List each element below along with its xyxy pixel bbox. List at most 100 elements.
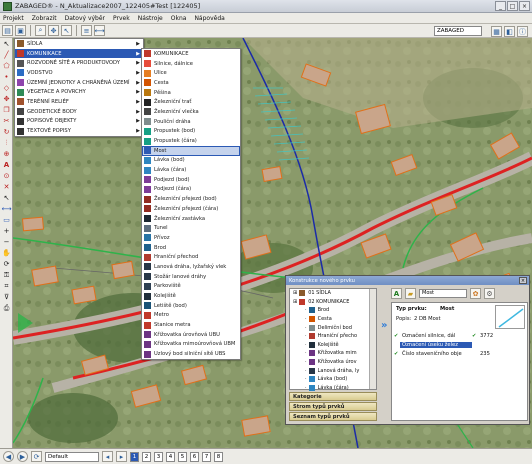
attr-value-1[interactable]: 3772 — [480, 333, 493, 339]
menu-projekt[interactable]: Projekt — [3, 15, 24, 22]
submenu-item[interactable]: Železniční vlečka — [142, 107, 240, 117]
tree-node[interactable]: · Hraniční přecho — [290, 332, 376, 341]
pointer-icon[interactable]: ↖ — [1, 39, 12, 49]
menu-item-popisove-objekty[interactable]: POPISOVÉ OBJEKTY ▶ — [15, 117, 143, 127]
expand-icon[interactable]: ⊞ — [293, 299, 297, 305]
refresh-icon[interactable]: ⟳ — [31, 451, 42, 462]
attr-value-3[interactable]: 235 — [480, 351, 490, 357]
submenu-item[interactable]: Pouliční dráha — [142, 117, 240, 127]
properties-icon[interactable]: ◧ — [504, 26, 515, 37]
submenu-item[interactable]: Ulice — [142, 68, 240, 78]
submenu-item[interactable]: Podjezd (bod) — [142, 175, 240, 185]
page-tab-1[interactable]: 1 — [130, 451, 139, 462]
refresh-icon[interactable]: ⟳ — [1, 259, 12, 269]
submenu-item[interactable]: Propustek (bod) — [142, 127, 240, 137]
feature-type-tree[interactable]: ⊞ 01 SÍDLA ⊞ 02 KOMUNIKACE · Brod · Cesta · Delim… — [289, 288, 377, 393]
back-icon[interactable]: ◀ — [3, 451, 14, 462]
submenu-item[interactable]: Lávka (bod) — [142, 156, 240, 166]
menu-item-sidla[interactable]: SÍDLA ▶ — [15, 39, 143, 49]
tree-node[interactable]: ⊞ 02 KOMUNIKACE — [290, 298, 376, 307]
submenu-item[interactable]: Křižovatka úrovňová UBU — [142, 330, 240, 340]
submenu-item[interactable]: Kolejiště — [142, 291, 240, 301]
zoom-in-icon[interactable]: + — [1, 226, 12, 236]
settings-icon[interactable]: ⚙ — [484, 288, 495, 299]
palette-icon[interactable]: ✿ — [470, 288, 481, 299]
submenu-item[interactable]: KOMUNIKACE — [142, 49, 240, 59]
panel-strom-typu[interactable]: Strom typů prvků — [289, 402, 377, 411]
submenu-item[interactable]: Železniční zastávka — [142, 214, 240, 224]
maximize-icon[interactable]: □ — [507, 1, 518, 11]
tree-scrollbar[interactable] — [369, 289, 376, 389]
menu-datovy-vyber[interactable]: Datový výběr — [65, 15, 105, 22]
area-icon[interactable]: ▭ — [1, 215, 12, 225]
split-icon[interactable]: ⫶ — [1, 138, 12, 148]
hand-icon[interactable]: ✋ — [1, 248, 12, 258]
layers-icon[interactable]: ≡ — [81, 25, 92, 36]
delete-icon[interactable]: ✕ — [1, 182, 12, 192]
page-tab-3[interactable]: 3 — [154, 451, 163, 462]
pan-icon[interactable]: ✥ — [48, 25, 59, 36]
filter-icon[interactable]: ⊽ — [1, 292, 12, 302]
apply-arrow-icon[interactable]: » — [381, 320, 387, 331]
tree-node[interactable]: · Brod — [290, 306, 376, 315]
copy-icon[interactable]: ❐ — [1, 105, 12, 115]
close-icon[interactable]: × — [519, 1, 530, 11]
close-icon[interactable]: × — [519, 277, 527, 284]
menu-item-geodeticke-body[interactable]: GEODETICKÉ BODY ▶ — [15, 107, 143, 117]
submenu-item[interactable]: Křižovatka mimoúrovňová UBM — [142, 340, 240, 350]
panel-seznam-typu[interactable]: Seznam typů prvků — [289, 412, 377, 421]
panel-kategorie[interactable]: Kategorie — [289, 392, 377, 401]
tree-node[interactable]: · Lávka (bod) — [290, 375, 376, 384]
rotate-icon[interactable]: ↻ — [1, 127, 12, 137]
style-select[interactable]: Default — [45, 451, 99, 462]
select-icon[interactable]: ↖ — [61, 25, 72, 36]
measure-icon[interactable]: ⟷ — [94, 25, 105, 36]
tree-node[interactable]: ⊞ 01 SÍDLA — [290, 289, 376, 298]
tree-node[interactable]: · Delimiční bod — [290, 323, 376, 332]
lock-icon[interactable]: ⚿ — [1, 270, 12, 280]
page-tab-7[interactable]: 7 — [202, 451, 211, 462]
menu-item-terenni-relief[interactable]: TERÉNNÍ RELIÉF ▶ — [15, 97, 143, 107]
tree-node[interactable]: · Křižovatka úrov — [290, 358, 376, 367]
submenu-item[interactable]: Parkoviště — [142, 282, 240, 292]
menu-zobrazit[interactable]: Zobrazit — [32, 15, 57, 22]
text-tool-icon[interactable]: A — [1, 160, 12, 170]
tree-node[interactable]: · Cesta — [290, 315, 376, 324]
point-tool-icon[interactable]: • — [1, 72, 12, 82]
feature-type-select[interactable]: Most — [419, 289, 467, 298]
tree-node[interactable]: · Lávka (čára) — [290, 384, 376, 393]
submenu-item[interactable]: Metro — [142, 311, 240, 321]
menu-item-uzemni-jednotky[interactable]: ÚZEMNÍ JEDNOTKY A CHRÁNĚNÁ ÚZEMÍ ▶ — [15, 78, 143, 88]
submenu-item[interactable]: Most — [142, 145, 240, 156]
submenu-item[interactable]: Podjezd (čára) — [142, 185, 240, 195]
submenu-item[interactable]: Přívoz — [142, 233, 240, 243]
label-icon[interactable]: ⌗ — [1, 281, 12, 291]
edit-vertex-icon[interactable]: ◇ — [1, 83, 12, 93]
tree-node[interactable]: · Křižovatka mim — [290, 349, 376, 358]
submenu-item[interactable]: Silnice, dálnice — [142, 59, 240, 69]
save-icon[interactable]: ▣ — [15, 25, 26, 36]
submenu-item[interactable]: Železniční trať — [142, 97, 240, 107]
submenu-item[interactable]: Železniční přejezd (bod) — [142, 194, 240, 204]
menu-nastroje[interactable]: Nástroje — [138, 15, 163, 22]
snap-icon[interactable]: ⊙ — [1, 171, 12, 181]
attr-name-2[interactable]: Označení úseku želez — [400, 342, 472, 348]
submenu-item[interactable]: Pěšina — [142, 88, 240, 98]
cut-icon[interactable]: ✂ — [1, 116, 12, 126]
info-icon[interactable]: ⓘ — [517, 26, 528, 37]
zoom-icon[interactable]: ⌕ — [35, 25, 46, 36]
menu-item-rozvodne-site[interactable]: ROZVODNÉ SÍTĚ A PRODUKTOVODY ▶ — [15, 58, 143, 68]
open-icon[interactable]: ▤ — [2, 25, 13, 36]
polygon-tool-icon[interactable]: ⬠ — [1, 61, 12, 71]
expand-icon[interactable]: ⊞ — [293, 290, 297, 296]
submenu-item[interactable]: Cesta — [142, 78, 240, 88]
grid-icon[interactable]: ▦ — [491, 26, 502, 37]
menu-napoveda[interactable]: Nápověda — [194, 15, 224, 22]
merge-icon[interactable]: ⊕ — [1, 149, 12, 159]
menu-item-vodstvo[interactable]: VODSTVO ▶ — [15, 68, 143, 78]
line-tool-icon[interactable]: ╱ — [1, 50, 12, 60]
print-icon[interactable]: ⎙ — [1, 303, 12, 313]
menu-item-komunikace[interactable]: KOMUNIKACE ▶ — [15, 48, 143, 59]
page-tab-8[interactable]: 8 — [214, 451, 223, 462]
submenu-item[interactable]: Lávka (čára) — [142, 165, 240, 175]
